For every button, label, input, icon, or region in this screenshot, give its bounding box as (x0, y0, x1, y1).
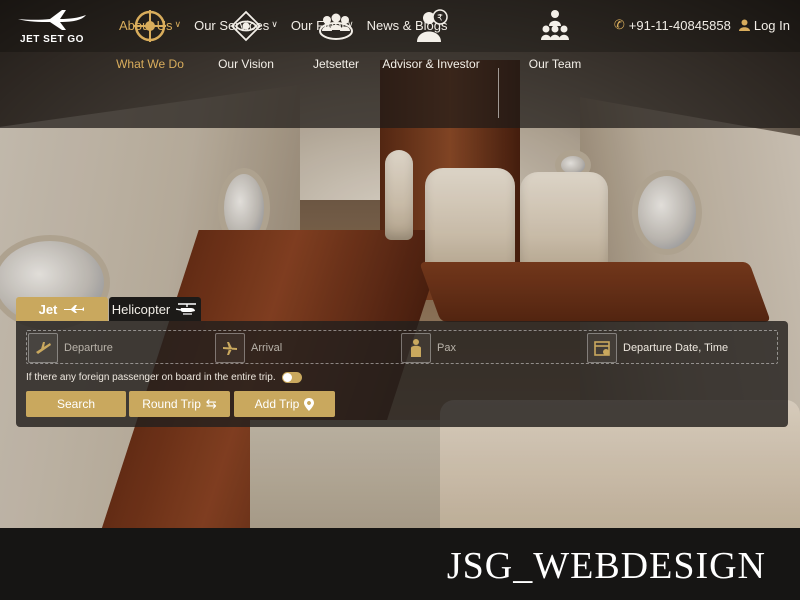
advisor-icon: ₹ (411, 8, 451, 44)
takeoff-icon (28, 333, 58, 363)
tab-jet[interactable]: Jet (16, 297, 108, 321)
booking-widget: Departure Arrival Pax Departure Date, Ti… (16, 321, 788, 427)
foreign-passenger-row: If there any foreign passenger on board … (26, 372, 302, 383)
add-trip-button[interactable]: Add Trip (234, 391, 335, 417)
arrival-field[interactable]: Arrival (215, 333, 282, 363)
departure-placeholder: Departure (64, 342, 113, 354)
brand-logo[interactable]: JET SET GO (10, 6, 94, 48)
brand-name: JET SET GO (20, 34, 84, 45)
pax-placeholder: Pax (437, 342, 456, 354)
add-trip-label: Add Trip (254, 397, 300, 411)
airplane-logo-icon (18, 10, 86, 30)
subnav-item-jetsetter[interactable]: Jetsetter (305, 8, 367, 71)
subnav-label: What We Do (116, 57, 184, 71)
compass-icon (130, 8, 170, 44)
phone-icon: ✆ (613, 17, 625, 32)
group-icon (316, 8, 356, 44)
watermark-text: JSG_WEBDESIGN (446, 545, 766, 587)
booking-fields-row: Departure Arrival Pax Departure Date, Ti… (26, 330, 778, 364)
login-button[interactable]: Log In (738, 17, 790, 33)
tab-label: Helicopter (111, 301, 171, 317)
svg-text:₹: ₹ (437, 14, 443, 24)
passenger-seat-icon (401, 333, 431, 363)
round-trip-button[interactable]: Round Trip ⇆ (129, 391, 230, 417)
subnav-label: Jetsetter (312, 57, 360, 71)
search-button-label: Search (56, 397, 96, 411)
search-button[interactable]: Search (26, 391, 126, 417)
phone-link[interactable]: ✆ +91-11-40845858 (614, 17, 731, 33)
subnav-label: Advisor & Investor (382, 57, 480, 71)
departure-date-placeholder: Departure Date, Time (623, 342, 729, 354)
tab-helicopter[interactable]: Helicopter (109, 297, 201, 321)
subnav-item-our-team[interactable]: Our Team (524, 8, 586, 71)
phone-number: +91-11-40845858 (628, 17, 731, 33)
team-icon (535, 8, 575, 44)
calendar-icon (587, 333, 617, 363)
location-pin-icon (304, 397, 315, 411)
foreign-passenger-label: If there any foreign passenger on board … (26, 372, 276, 383)
departure-field[interactable]: Departure (28, 333, 113, 363)
pax-field[interactable]: Pax (401, 333, 456, 363)
jet-icon (64, 305, 85, 313)
departure-date-field[interactable]: Departure Date, Time (587, 333, 728, 363)
foreign-passenger-toggle[interactable] (281, 372, 302, 383)
tab-label: Jet (38, 301, 58, 317)
top-right-links: ✆ +91-11-40845858 Log In (614, 17, 790, 33)
swap-arrows-icon: ⇆ (205, 396, 217, 411)
eye-icon (226, 8, 266, 44)
subnav-label: Our Team (528, 57, 582, 71)
subnav-divider (498, 68, 499, 118)
subnav-item-our-vision[interactable]: Our Vision (211, 8, 281, 71)
subnav-label: Our Vision (218, 57, 274, 71)
round-trip-label: Round Trip (142, 397, 201, 411)
login-label: Log In (753, 17, 790, 33)
subnav-item-advisor-investor[interactable]: ₹ Advisor & Investor (381, 8, 481, 71)
helicopter-icon (176, 303, 197, 315)
footer-band: JSG_WEBDESIGN (0, 528, 800, 600)
subnav-item-what-we-do[interactable]: What We Do (112, 8, 188, 71)
arrival-placeholder: Arrival (251, 342, 283, 354)
user-icon (738, 19, 750, 31)
landing-icon (215, 333, 245, 363)
